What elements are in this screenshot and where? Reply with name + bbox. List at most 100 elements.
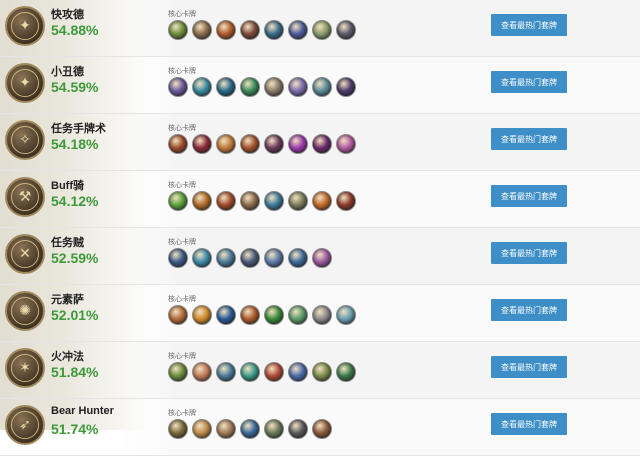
mage-staff-icon: ✶ [5,348,45,388]
deck-row: ✦ 小丑德 54.59% 核心卡牌 查看最热门套牌 [0,57,640,114]
deck-name[interactable]: Bear Hunter [51,405,114,417]
card-portrait-icon[interactable] [264,362,284,382]
card-portrait-icon[interactable] [192,20,212,40]
core-cards-label: 核心卡牌 [168,296,196,303]
card-portrait-icon[interactable] [312,305,332,325]
card-portrait-icon[interactable] [312,134,332,154]
card-portrait-icon[interactable] [264,77,284,97]
paladin-hammer-icon: ⚒ [5,177,45,217]
card-portrait-icon[interactable] [336,134,356,154]
card-portrait-icon[interactable] [216,77,236,97]
card-portrait-icon[interactable] [192,305,212,325]
deck-row: ✧ 任务手牌术 54.18% 核心卡牌 查看最热门套牌 [0,114,640,171]
view-top-decks-button[interactable]: 查看最热门套牌 [491,128,567,150]
card-portrait-icon[interactable] [264,248,284,268]
card-portrait-icon[interactable] [312,362,332,382]
card-portrait-icon[interactable] [264,305,284,325]
core-cards-label: 核心卡牌 [168,68,196,75]
deck-row: ✶ 火冲法 51.84% 核心卡牌 查看最热门套牌 [0,342,640,399]
druid-claw-icon: ✦ [5,63,45,103]
card-portrait-icon[interactable] [288,305,308,325]
card-portrait-icon[interactable] [216,134,236,154]
card-portrait-icon[interactable] [312,20,332,40]
deck-name[interactable]: 小丑德 [51,63,84,79]
core-cards-label: 核心卡牌 [168,125,196,132]
card-portrait-icon[interactable] [240,191,260,211]
card-portrait-icon[interactable] [168,134,188,154]
view-top-decks-button[interactable]: 查看最热门套牌 [491,356,567,378]
core-cards-label: 核心卡牌 [168,239,196,246]
card-portrait-icon[interactable] [216,191,236,211]
card-portrait-icon[interactable] [312,191,332,211]
card-portrait-icon[interactable] [168,419,188,439]
view-top-decks-button[interactable]: 查看最热门套牌 [491,14,567,36]
view-top-decks-button[interactable]: 查看最热门套牌 [491,299,567,321]
card-portrait-icon[interactable] [168,77,188,97]
card-portrait-icon[interactable] [216,248,236,268]
card-portrait-icon[interactable] [288,134,308,154]
card-portrait-icon[interactable] [168,20,188,40]
card-portrait-icon[interactable] [336,305,356,325]
card-portrait-icon[interactable] [240,20,260,40]
card-portrait-icon[interactable] [192,248,212,268]
card-portrait-icon[interactable] [312,248,332,268]
card-portrait-icon[interactable] [288,248,308,268]
deck-name[interactable]: 火冲法 [51,348,84,364]
card-portrait-icon[interactable] [264,20,284,40]
card-portrait-icon[interactable] [240,248,260,268]
view-top-decks-button[interactable]: 查看最热门套牌 [491,242,567,264]
deck-winrate: 54.12% [51,193,99,209]
card-portrait-icon[interactable] [264,134,284,154]
deck-winrate: 51.74% [51,421,99,437]
card-portrait-icon[interactable] [312,77,332,97]
card-portrait-icon[interactable] [240,419,260,439]
shaman-totem-icon: ✺ [5,291,45,331]
card-portrait-icon[interactable] [336,77,356,97]
deck-name[interactable]: Buff骑 [51,177,84,193]
card-portrait-icon[interactable] [192,419,212,439]
card-portrait-icon[interactable] [240,134,260,154]
rogue-dagger-icon: ✕ [5,234,45,274]
card-portrait-icon[interactable] [240,362,260,382]
core-cards-label: 核心卡牌 [168,182,196,189]
card-portrait-icon[interactable] [288,77,308,97]
card-portrait-icon[interactable] [288,362,308,382]
card-portrait-icon[interactable] [216,20,236,40]
card-portrait-icon[interactable] [192,77,212,97]
deck-winrate: 51.84% [51,364,99,380]
card-portrait-icon[interactable] [288,419,308,439]
card-portrait-icon[interactable] [168,248,188,268]
deck-name[interactable]: 快攻德 [51,6,84,22]
card-portrait-icon[interactable] [336,362,356,382]
card-portrait-icon[interactable] [168,305,188,325]
card-portrait-icon[interactable] [192,134,212,154]
card-portrait-icon[interactable] [288,191,308,211]
card-portrait-icon[interactable] [216,305,236,325]
deck-row: ✺ 元素萨 52.01% 核心卡牌 查看最热门套牌 [0,285,640,342]
core-cards-label: 核心卡牌 [168,353,196,360]
deck-winrate: 52.01% [51,307,99,323]
card-portrait-icon[interactable] [216,419,236,439]
card-portrait-icon[interactable] [240,305,260,325]
hunter-bow-icon: ➶ [5,405,45,445]
deck-name[interactable]: 任务贼 [51,234,84,250]
card-portrait-icon[interactable] [240,77,260,97]
view-top-decks-button[interactable]: 查看最热门套牌 [491,185,567,207]
deck-name[interactable]: 元素萨 [51,291,84,307]
card-portrait-icon[interactable] [192,191,212,211]
card-portrait-icon[interactable] [216,362,236,382]
card-portrait-icon[interactable] [336,20,356,40]
card-portrait-icon[interactable] [312,419,332,439]
view-top-decks-button[interactable]: 查看最热门套牌 [491,413,567,435]
card-portrait-icon[interactable] [264,191,284,211]
core-cards-label: 核心卡牌 [168,410,196,417]
deck-name[interactable]: 任务手牌术 [51,120,106,136]
card-portrait-icon[interactable] [168,191,188,211]
card-portrait-icon[interactable] [288,20,308,40]
card-portrait-icon[interactable] [336,191,356,211]
view-top-decks-button[interactable]: 查看最热门套牌 [491,71,567,93]
card-portrait-icon[interactable] [192,362,212,382]
card-portrait-icon[interactable] [264,419,284,439]
deck-row: ✦ 快攻德 54.88% 核心卡牌 查看最热门套牌 [0,0,640,57]
card-portrait-icon[interactable] [168,362,188,382]
